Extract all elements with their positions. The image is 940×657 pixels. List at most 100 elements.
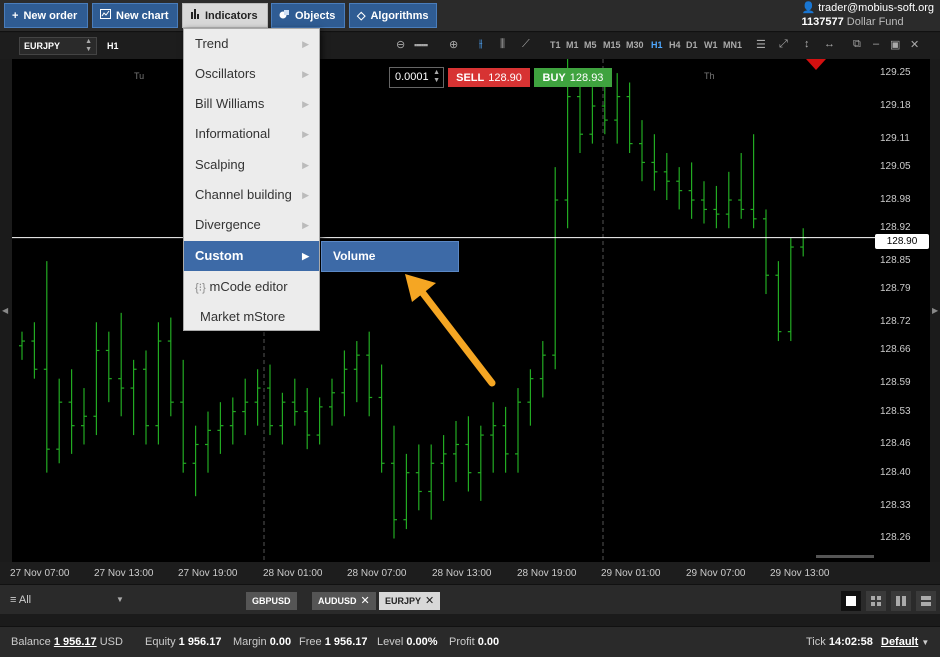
balance-currency: USD: [99, 636, 123, 648]
right-panel-arrow-icon[interactable]: ▶: [932, 306, 938, 315]
columns-layout-icon: [896, 596, 906, 606]
tab-label: AUDUSD: [318, 596, 357, 606]
time-tick-label: 29 Nov 13:00: [770, 568, 830, 579]
ohlc-bar: [589, 87, 596, 144]
symbol-value: EURJPY: [24, 41, 61, 51]
ohlc-bar: [56, 378, 63, 464]
bar-chart-icon[interactable]: ⫲: [479, 38, 483, 51]
minimize-icon[interactable]: –: [873, 38, 879, 50]
timeframe-m5[interactable]: M5: [584, 40, 597, 50]
algorithms-label: Algorithms: [370, 9, 429, 22]
vertical-scale-icon[interactable]: ↕: [804, 38, 810, 50]
tick-label: Tick: [806, 636, 826, 648]
ohlc-bar: [93, 322, 100, 436]
menu-item-market-mstore[interactable]: Market mStore: [184, 302, 319, 332]
menu-item-label: Informational: [195, 126, 271, 141]
candle-chart-icon[interactable]: ⫼: [500, 38, 505, 51]
time-axis[interactable]: 27 Nov 07:00 27 Nov 13:00 27 Nov 19:00 28 N…: [0, 562, 940, 584]
ohlc-bar: [440, 435, 447, 501]
menu-item-custom[interactable]: Custom ▶: [184, 241, 319, 271]
timeframe-d1[interactable]: D1: [686, 40, 698, 50]
submenu-item-volume[interactable]: Volume: [321, 241, 459, 272]
indicators-button[interactable]: Indicators: [182, 3, 268, 28]
ohlc-bar: [329, 378, 335, 426]
new-order-button[interactable]: + New order: [4, 3, 88, 28]
layout-rows-button[interactable]: [916, 591, 936, 611]
zoom-out-icon[interactable]: ⊖: [396, 38, 405, 51]
day-label: Th: [704, 71, 715, 81]
submenu-arrow-icon: ▶: [302, 190, 309, 200]
submenu-item-label: Volume: [333, 249, 376, 263]
close-icon[interactable]: ✕: [425, 595, 434, 607]
timeframe-h4[interactable]: H4: [669, 40, 681, 50]
tab-gbpusd[interactable]: GBPUSD: [246, 592, 297, 610]
timeframe-w1[interactable]: W1: [704, 40, 718, 50]
price-axis[interactable]: 129.25 129.18 129.11 129.05 128.98 128.92 128.…: [876, 59, 930, 562]
menu-item-bill-williams[interactable]: Bill Williams ▶: [184, 89, 319, 119]
close-icon[interactable]: ✕: [361, 595, 370, 607]
detach-icon[interactable]: ⧉: [853, 38, 861, 51]
expand-icon[interactable]: ⤢: [779, 38, 788, 51]
chevron-down-icon[interactable]: ▼: [116, 595, 124, 604]
symbol-selector[interactable]: EURJPY ▲ ▼: [19, 37, 97, 55]
new-chart-label: New chart: [116, 9, 169, 22]
layout-grid-button[interactable]: [866, 591, 886, 611]
menu-item-label: Channel building: [195, 187, 292, 202]
layout-columns-button[interactable]: [891, 591, 911, 611]
zoom-slider[interactable]: ▪▪▪▪▪▪: [414, 40, 428, 50]
menu-item-oscillators[interactable]: Oscillators ▶: [184, 59, 319, 89]
maximize-icon[interactable]: ▣: [890, 38, 900, 51]
tab-eurjpy[interactable]: EURJPY ✕: [379, 592, 441, 610]
account-fund: Dollar Fund: [846, 16, 904, 28]
timeframe-m1[interactable]: M1: [566, 40, 579, 50]
profile-selector[interactable]: Default ▼: [881, 636, 929, 648]
menu-item-scalping[interactable]: Scalping ▶: [184, 150, 319, 180]
horizontal-scale-icon[interactable]: ↔: [824, 38, 835, 50]
tab-audusd[interactable]: AUDUSD ✕: [312, 592, 376, 610]
timeframe-h1[interactable]: H1: [651, 40, 663, 50]
left-panel-arrow-icon[interactable]: ◀: [2, 306, 8, 315]
menu-item-divergence[interactable]: Divergence ▶: [184, 210, 319, 240]
menu-item-mcode-editor[interactable]: {⁝} mCode editor: [184, 272, 319, 302]
menu-item-channel-building[interactable]: Channel building ▶: [184, 180, 319, 210]
algorithms-button[interactable]: ◇ Algorithms: [349, 3, 437, 28]
ohlc-bar: [651, 134, 658, 191]
price-tick-label: 128.53: [880, 405, 911, 417]
timeframe-t1[interactable]: T1: [550, 40, 561, 50]
sell-button[interactable]: SELL 128.90: [448, 68, 530, 87]
price-tick-label: 128.79: [880, 283, 911, 295]
profit-label: Profit: [449, 636, 475, 648]
layout-single-button[interactable]: [841, 591, 861, 611]
close-icon[interactable]: ✕: [910, 38, 919, 51]
zoom-in-icon[interactable]: ⊕: [449, 38, 458, 51]
lot-size-input[interactable]: 0.0001 ▲ ▼: [389, 67, 444, 88]
ohlc-bar: [502, 406, 509, 473]
menu-item-trend[interactable]: Trend ▶: [184, 29, 319, 59]
current-price-label: 128.90: [875, 234, 929, 249]
new-chart-button[interactable]: New chart: [92, 3, 178, 28]
chevron-down-icon: ▼: [921, 638, 930, 647]
balance-value: 1 956.17: [53, 636, 97, 648]
sell-label: SELL: [456, 71, 485, 84]
account-info[interactable]: 👤 trader@mobius-soft.org 1137577 Dollar …: [802, 1, 934, 29]
bars-icon: [190, 9, 200, 22]
ohlc-bar: [775, 261, 782, 342]
current-timeframe: H1: [107, 41, 119, 51]
menu-item-informational[interactable]: Informational ▶: [184, 119, 319, 149]
objects-button[interactable]: Objects: [271, 3, 345, 28]
ohlc-bar: [626, 82, 633, 154]
template-icon[interactable]: ☰: [756, 38, 766, 51]
diamond-icon: ◇: [357, 10, 366, 22]
objects-label: Objects: [295, 9, 336, 22]
timeframe-m30[interactable]: M30: [626, 40, 644, 50]
filter-dropdown[interactable]: ≡ All: [10, 594, 31, 606]
price-tick-label: 128.26: [880, 532, 911, 544]
line-chart-icon[interactable]: ⟋: [522, 38, 530, 51]
submenu-arrow-icon: ▶: [302, 39, 309, 49]
ohlc-bar: [167, 317, 174, 417]
ohlc-bar: [539, 341, 546, 398]
timeframe-m15[interactable]: M15: [603, 40, 621, 50]
buy-button[interactable]: BUY 128.93: [534, 68, 612, 87]
price-tick-label: 128.92: [880, 222, 911, 234]
timeframe-mn1[interactable]: MN1: [723, 40, 742, 50]
